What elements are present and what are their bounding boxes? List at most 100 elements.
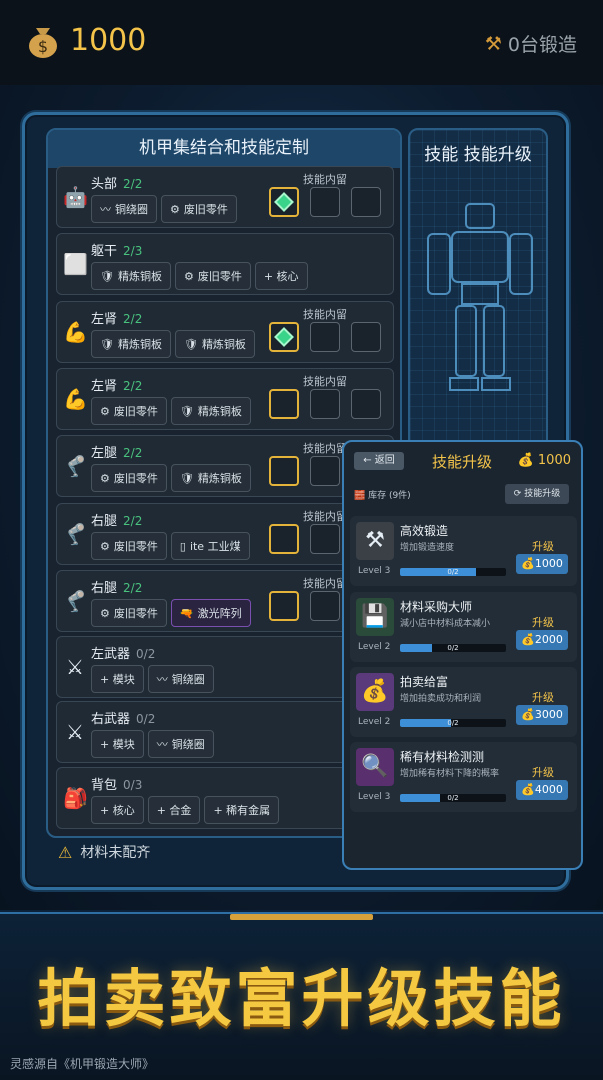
skill-name: 材料采购大师	[400, 600, 473, 614]
skill-slot-selected[interactable]	[269, 591, 299, 621]
material-chip[interactable]: ⚙ 废旧零件	[91, 464, 167, 492]
arm-icon: 💪	[63, 387, 88, 411]
skill-slot[interactable]	[310, 524, 340, 554]
robot-head-icon: 🤖	[63, 185, 88, 209]
skill-slot[interactable]	[310, 187, 340, 217]
skill-progress-text: 0/2	[447, 644, 459, 652]
skill-description: 增加拍卖成功和利润	[400, 694, 482, 704]
part-count: 2/2	[123, 379, 143, 393]
skill-slot[interactable]	[310, 591, 340, 621]
part-row[interactable]: 💪 左肾 2/2 🛡 精炼铜板 🛡 精炼铜板 技能内留	[56, 301, 394, 363]
material-chip[interactable]: ▯ ite 工业煤	[170, 532, 250, 560]
material-label: 废旧零件	[113, 405, 158, 418]
skill-description: 減小店中材料成本减小	[400, 619, 491, 629]
popup-header: ← 返回 技能升级 💰 1000	[344, 442, 581, 478]
material-label: 废旧零件	[197, 270, 242, 283]
leg-icon: 🦿	[63, 589, 88, 613]
material-chip[interactable]: + 核心	[91, 796, 144, 824]
material-chips: 🛡 精炼铜板 🛡 精炼铜板	[91, 330, 255, 358]
skill-slots	[269, 187, 381, 217]
skill-progress-text: 0/2	[447, 719, 459, 727]
material-chip[interactable]: + 模块	[91, 730, 144, 758]
skill-slot-label: 技能内留	[303, 173, 347, 186]
skill-level: Level 2	[358, 717, 391, 727]
part-name: 左武器 0/2	[91, 647, 156, 662]
material-chip[interactable]: + 模块	[91, 665, 144, 693]
material-label: 精炼铜板	[201, 338, 246, 351]
skill-slot-filled[interactable]	[269, 322, 299, 352]
material-chip[interactable]: ⚙ 废旧零件	[161, 195, 237, 223]
part-row[interactable]: 🤖 头部 2/2 〰铜绕圈 ⚙ 废旧零件 技能内留	[56, 166, 394, 228]
arm-icon: 💪	[63, 320, 88, 344]
shield-icon: 🛡	[100, 269, 114, 283]
part-row[interactable]: ⬜ 躯干 2/3 🛡 精炼铜板 ⚙ 废旧零件 + 核心	[56, 233, 394, 295]
skill-slot[interactable]	[310, 389, 340, 419]
part-name: 右腿 2/2	[91, 581, 143, 596]
inventory-text: 库存 (9件)	[368, 491, 411, 501]
swords-icon: ⚔	[66, 720, 84, 744]
skill-slot-selected[interactable]	[269, 524, 299, 554]
part-count: 2/2	[123, 312, 143, 326]
material-chip[interactable]: 🔫 激光阵列	[170, 599, 251, 627]
upgrade-cost: 1000	[534, 557, 563, 570]
skill-slot-selected[interactable]	[269, 389, 299, 419]
upgrade-cost-button[interactable]: 💰2000	[516, 630, 568, 650]
material-chip[interactable]: ⚙ 废旧零件	[91, 532, 167, 560]
skill-slot-selected[interactable]	[269, 456, 299, 486]
skill-card: 💰 拍卖给富 增加拍卖成功和利润 Level 2 0/2 升级 💰3000	[350, 667, 577, 737]
popup-money-value: 1000	[537, 453, 571, 468]
skill-level: Level 3	[358, 792, 391, 802]
skill-slot[interactable]	[351, 187, 381, 217]
material-chips: ⚙ 废旧零件 🛡 精炼铜板	[91, 464, 251, 492]
upgrade-cost-button[interactable]: 💰1000	[516, 554, 568, 574]
gear-icon: ⚙	[100, 471, 110, 485]
material-chips: ⚙ 废旧零件 🛡 精炼铜板	[91, 397, 251, 425]
material-chip[interactable]: + 核心	[254, 262, 308, 290]
money-display: $ 1000	[26, 22, 146, 58]
upgrade-cost: 3000	[534, 708, 563, 721]
laser-icon: 🔫	[179, 606, 194, 620]
skill-slot[interactable]	[310, 322, 340, 352]
material-chip[interactable]: ⚙ 废旧零件	[91, 397, 167, 425]
upgrade-cost-button[interactable]: 💰4000	[516, 780, 568, 800]
part-count: 0/3	[123, 778, 143, 792]
skill-slot-filled[interactable]	[269, 187, 299, 217]
material-chip[interactable]: 🛡 精炼铜板	[91, 330, 171, 358]
part-name: 左腿 2/2	[91, 446, 143, 461]
upgrade-cost-button[interactable]: 💰3000	[516, 705, 568, 725]
material-label: 精炼铜板	[117, 270, 162, 283]
material-label: 精炼铜板	[197, 405, 242, 418]
material-chip[interactable]: 🛡 精炼铜板	[91, 262, 171, 290]
material-chips: + 模块〰铜绕圈	[91, 665, 214, 693]
skill-level: Level 2	[358, 642, 391, 652]
skill-slot[interactable]	[351, 322, 381, 352]
material-chip[interactable]: ⚙ 废旧零件	[174, 262, 251, 290]
material-chips: + 核心 + 合金 + 稀有金属	[91, 796, 280, 824]
material-chip[interactable]: + 稀有金属	[204, 796, 280, 824]
material-chip[interactable]: 〰铜绕圈	[147, 730, 214, 758]
material-chip[interactable]: + 合金	[147, 796, 201, 824]
gear-icon: ⚙	[183, 269, 194, 283]
material-chip[interactable]: 🛡 精炼铜板	[170, 397, 251, 425]
mech-blueprint-icon	[427, 203, 533, 391]
skill-description: 增加锻造速度	[400, 543, 455, 553]
material-chip[interactable]: 〰铜绕圈	[91, 195, 157, 223]
material-label: 废旧零件	[183, 203, 228, 216]
part-count: 2/3	[123, 244, 143, 258]
material-chip[interactable]: ⚙ 废旧零件	[91, 599, 167, 627]
material-label: + 核心	[100, 804, 135, 817]
skill-slot[interactable]	[351, 389, 381, 419]
material-chip[interactable]: 🛡 精炼铜板	[170, 464, 251, 492]
part-name: 右腿 2/2	[91, 514, 143, 529]
wire-icon: 〰	[156, 738, 168, 751]
skill-slot[interactable]	[310, 456, 340, 486]
skill-upgrade-tab-button[interactable]: ⟳ 技能升级	[505, 484, 569, 504]
material-chip[interactable]: 🛡 精炼铜板	[174, 330, 255, 358]
skill-slot-label: 技能内留	[303, 510, 347, 523]
material-chip[interactable]: 〰铜绕圈	[147, 665, 214, 693]
hammer-icon: ⚒	[484, 32, 502, 55]
back-button[interactable]: ← 返回	[354, 452, 404, 470]
gear-icon: ⚙	[100, 606, 110, 620]
part-name: 背包 0/3	[91, 778, 143, 793]
part-row[interactable]: 💪 左肾 2/2 ⚙ 废旧零件 🛡 精炼铜板 技能内留	[56, 368, 394, 430]
